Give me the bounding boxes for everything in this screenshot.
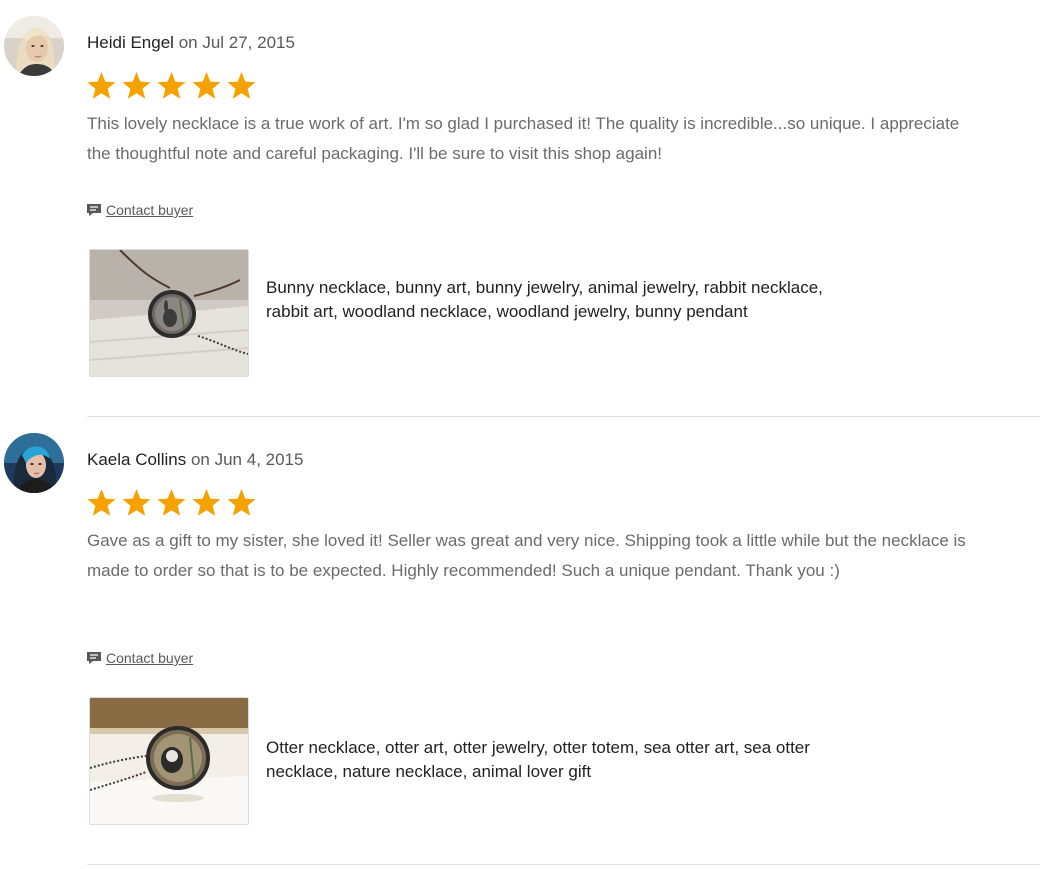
star-icon (87, 72, 116, 99)
speech-bubble-icon (87, 652, 101, 664)
review-meta: Kaela Collins on Jun 4, 2015 (87, 449, 303, 471)
review-date: on Jun 4, 2015 (190, 450, 304, 469)
star-icon (192, 489, 221, 516)
review-divider (87, 864, 1040, 865)
star-icon (87, 489, 116, 516)
listing-thumbnail[interactable] (89, 697, 249, 825)
listing-thumbnail[interactable] (89, 249, 249, 377)
star-icon (157, 72, 186, 99)
contact-buyer-link[interactable]: Contact buyer (86, 200, 193, 220)
star-icon (157, 489, 186, 516)
star-rating (84, 485, 259, 521)
avatar[interactable] (4, 16, 64, 76)
contact-buyer-link[interactable]: Contact buyer (86, 648, 193, 668)
contact-buyer-label[interactable]: Contact buyer (106, 202, 193, 218)
review-meta: Heidi Engel on Jul 27, 2015 (87, 32, 295, 54)
listing-title-link[interactable]: Otter necklace, otter art, otter jewelry… (266, 736, 826, 784)
star-icon (192, 72, 221, 99)
listing-title-link[interactable]: Bunny necklace, bunny art, bunny jewelry… (266, 276, 826, 324)
star-icon (122, 72, 151, 99)
avatar[interactable] (4, 433, 64, 493)
review-divider (87, 416, 1040, 417)
review-date: on Jul 27, 2015 (178, 33, 295, 52)
speech-bubble-icon (87, 204, 101, 216)
reviewer-name[interactable]: Kaela Collins (87, 450, 186, 469)
star-icon (122, 489, 151, 516)
star-icon (227, 489, 256, 516)
contact-buyer-label[interactable]: Contact buyer (106, 650, 193, 666)
star-icon (227, 72, 256, 99)
reviewer-name[interactable]: Heidi Engel (87, 33, 174, 52)
star-rating (84, 68, 259, 104)
review-text: Gave as a gift to my sister, she loved i… (87, 531, 966, 580)
review-text: This lovely necklace is a true work of a… (87, 114, 960, 163)
